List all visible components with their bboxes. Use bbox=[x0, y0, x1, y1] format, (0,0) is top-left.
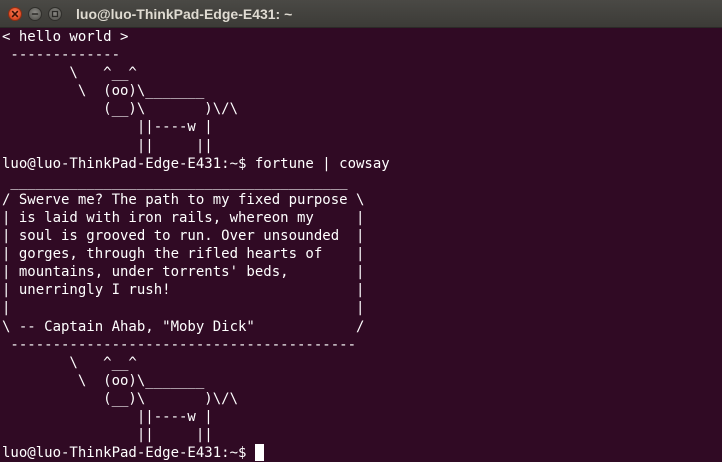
command-prompt[interactable]: luo@luo-ThinkPad-Edge-E431:~$ bbox=[2, 444, 722, 462]
terminal-line: / Swerve me? The path to my fixed purpos… bbox=[2, 191, 365, 208]
terminal-line: (__)\ )\/\ bbox=[2, 390, 239, 407]
close-icon bbox=[11, 10, 19, 18]
terminal-line: luo@luo-ThinkPad-Edge-E431:~$ fortune | … bbox=[2, 155, 390, 172]
text-cursor bbox=[255, 444, 265, 462]
terminal-text: < hello world > ------------- \ ^__^ \ (… bbox=[0, 28, 722, 462]
terminal-line: (__)\ )\/\ bbox=[2, 101, 239, 118]
terminal-output[interactable]: < hello world > ------------- \ ^__^ \ (… bbox=[0, 28, 722, 462]
terminal-line: | unerringly I rush! | bbox=[2, 282, 365, 299]
close-button[interactable] bbox=[8, 7, 22, 21]
maximize-button[interactable] bbox=[48, 7, 62, 21]
terminal-line: | | bbox=[2, 300, 365, 317]
terminal-line: ||----w | bbox=[2, 119, 213, 136]
terminal-line: ||----w | bbox=[2, 408, 213, 425]
terminal-line: ------------- bbox=[2, 47, 121, 64]
terminal-line: ----------------------------------------… bbox=[2, 336, 357, 353]
minimize-button[interactable] bbox=[28, 7, 42, 21]
terminal-line: \ ^__^ bbox=[2, 354, 137, 371]
terminal-line: | gorges, through the rifled hearts of | bbox=[2, 246, 365, 263]
terminal-line: || || bbox=[2, 137, 213, 154]
minimize-icon bbox=[31, 13, 39, 15]
terminal-line: | is laid with iron rails, whereon my | bbox=[2, 209, 365, 226]
terminal-line: < hello world > bbox=[2, 29, 129, 45]
terminal-line: \ -- Captain Ahab, "Moby Dick" / bbox=[2, 318, 365, 335]
window-title: luo@luo-ThinkPad-Edge-E431: ~ bbox=[76, 6, 293, 22]
prompt-text: luo@luo-ThinkPad-Edge-E431:~$ bbox=[2, 445, 247, 462]
terminal-line: \ (oo)\_______ bbox=[2, 372, 205, 389]
maximize-icon bbox=[51, 10, 59, 18]
title-bar[interactable]: luo@luo-ThinkPad-Edge-E431: ~ bbox=[0, 0, 722, 28]
terminal-line: \ ^__^ bbox=[2, 65, 137, 82]
terminal-line: | soul is grooved to run. Over unsounded… bbox=[2, 228, 365, 245]
terminal-line: | mountains, under torrents' beds, | bbox=[2, 264, 365, 281]
terminal-line: ________________________________________ bbox=[2, 173, 348, 190]
terminal-window: luo@luo-ThinkPad-Edge-E431: ~ < hello wo… bbox=[0, 0, 722, 462]
terminal-line: || || bbox=[2, 427, 213, 444]
terminal-line: \ (oo)\_______ bbox=[2, 83, 205, 100]
